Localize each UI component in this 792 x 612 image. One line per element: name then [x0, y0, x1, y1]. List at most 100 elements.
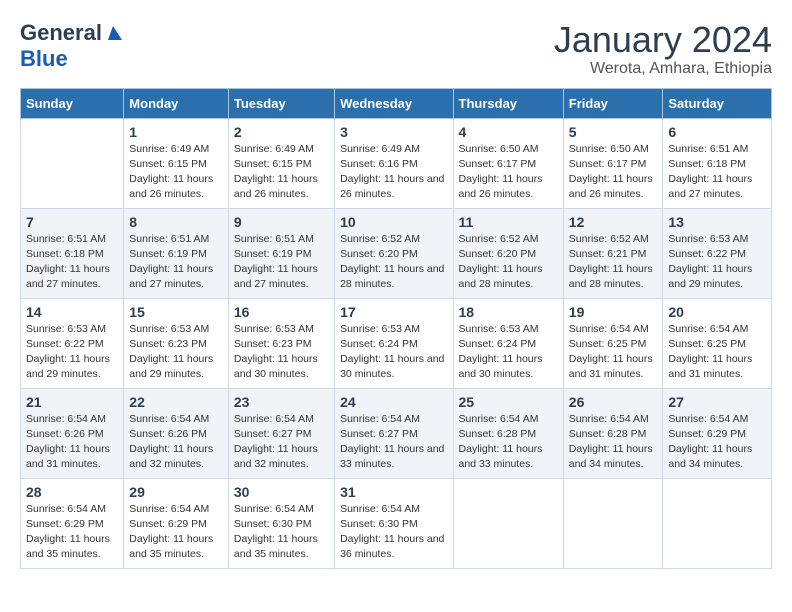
- day-info: Sunrise: 6:51 AMSunset: 6:19 PMDaylight:…: [129, 232, 223, 293]
- day-number: 23: [234, 394, 329, 410]
- day-info: Sunrise: 6:54 AMSunset: 6:26 PMDaylight:…: [129, 412, 223, 473]
- day-info: Sunrise: 6:54 AMSunset: 6:27 PMDaylight:…: [340, 412, 447, 473]
- calendar-cell: [563, 478, 663, 568]
- day-number: 1: [129, 124, 223, 140]
- day-number: 30: [234, 484, 329, 500]
- day-info: Sunrise: 6:50 AMSunset: 6:17 PMDaylight:…: [569, 142, 658, 203]
- day-number: 12: [569, 214, 658, 230]
- logo-blue: Blue: [20, 46, 68, 71]
- day-number: 10: [340, 214, 447, 230]
- calendar-cell: 4Sunrise: 6:50 AMSunset: 6:17 PMDaylight…: [453, 118, 563, 208]
- day-info: Sunrise: 6:54 AMSunset: 6:30 PMDaylight:…: [234, 502, 329, 563]
- day-number: 31: [340, 484, 447, 500]
- calendar-cell: 11 Sunrise: 6:52 AMSunset: 6:20 PMDayligh…: [453, 208, 563, 298]
- day-number: 26: [569, 394, 658, 410]
- day-info: Sunrise: 6:49 AMSunset: 6:15 PMDaylight:…: [129, 142, 223, 203]
- calendar-cell: 18 Sunrise: 6:53 AMSunset: 6:24 PMDayligh…: [453, 298, 563, 388]
- day-info: Sunrise: 6:54 AMSunset: 6:30 PMDaylight:…: [340, 502, 447, 563]
- day-info: Sunrise: 6:52 AMSunset: 6:21 PMDaylight:…: [569, 232, 658, 293]
- calendar-cell: 8 Sunrise: 6:51 AMSunset: 6:19 PMDaylight…: [124, 208, 229, 298]
- day-info: Sunrise: 6:54 AMSunset: 6:29 PMDaylight:…: [668, 412, 766, 473]
- day-number: 9: [234, 214, 329, 230]
- calendar-cell: 29Sunrise: 6:54 AMSunset: 6:29 PMDayligh…: [124, 478, 229, 568]
- day-number: 7: [26, 214, 118, 230]
- day-number: 2: [234, 124, 329, 140]
- calendar-cell: 13Sunrise: 6:53 AMSunset: 6:22 PMDayligh…: [663, 208, 772, 298]
- calendar-cell: 25Sunrise: 6:54 AMSunset: 6:28 PMDayligh…: [453, 388, 563, 478]
- calendar-cell: 14 Sunrise: 6:53 AMSunset: 6:22 PMDayligh…: [21, 298, 124, 388]
- day-number: 29: [129, 484, 223, 500]
- day-number: 8: [129, 214, 223, 230]
- day-info: Sunrise: 6:54 AMSunset: 6:25 PMDaylight:…: [569, 322, 658, 383]
- day-info: Sunrise: 6:51 AMSunset: 6:18 PMDaylight:…: [26, 232, 118, 293]
- calendar-cell: 31 Sunrise: 6:54 AMSunset: 6:30 PMDayligh…: [335, 478, 453, 568]
- calendar-cell: 27 Sunrise: 6:54 AMSunset: 6:29 PMDayligh…: [663, 388, 772, 478]
- calendar-cell: 21 Sunrise: 6:54 AMSunset: 6:26 PMDayligh…: [21, 388, 124, 478]
- day-number: 3: [340, 124, 447, 140]
- calendar-cell: 3 Sunrise: 6:49 AMSunset: 6:16 PMDaylight…: [335, 118, 453, 208]
- header-day: Sunday: [21, 88, 124, 118]
- day-number: 22: [129, 394, 223, 410]
- calendar-cell: 22 Sunrise: 6:54 AMSunset: 6:26 PMDayligh…: [124, 388, 229, 478]
- calendar-cell: [663, 478, 772, 568]
- calendar-cell: 26 Sunrise: 6:54 AMSunset: 6:28 PMDayligh…: [563, 388, 663, 478]
- calendar-cell: 24Sunrise: 6:54 AMSunset: 6:27 PMDayligh…: [335, 388, 453, 478]
- calendar-cell: 15 Sunrise: 6:53 AMSunset: 6:23 PMDayligh…: [124, 298, 229, 388]
- day-number: 4: [459, 124, 558, 140]
- month-title: January 2024: [554, 20, 772, 60]
- day-info: Sunrise: 6:51 AMSunset: 6:18 PMDaylight:…: [668, 142, 766, 203]
- day-info: Sunrise: 6:53 AMSunset: 6:24 PMDaylight:…: [459, 322, 558, 383]
- calendar-week-row: 14 Sunrise: 6:53 AMSunset: 6:22 PMDayligh…: [21, 298, 772, 388]
- calendar-cell: 23Sunrise: 6:54 AMSunset: 6:27 PMDayligh…: [228, 388, 334, 478]
- day-info: Sunrise: 6:54 AMSunset: 6:28 PMDaylight:…: [569, 412, 658, 473]
- day-number: 15: [129, 304, 223, 320]
- day-info: Sunrise: 6:54 AMSunset: 6:26 PMDaylight:…: [26, 412, 118, 473]
- day-number: 28: [26, 484, 118, 500]
- header-day: Thursday: [453, 88, 563, 118]
- header-day: Friday: [563, 88, 663, 118]
- calendar-cell: 16 Sunrise: 6:53 AMSunset: 6:23 PMDayligh…: [228, 298, 334, 388]
- day-info: Sunrise: 6:54 AMSunset: 6:29 PMDaylight:…: [26, 502, 118, 563]
- day-number: 11: [459, 214, 558, 230]
- day-info: Sunrise: 6:52 AMSunset: 6:20 PMDaylight:…: [459, 232, 558, 293]
- day-info: Sunrise: 6:53 AMSunset: 6:22 PMDaylight:…: [668, 232, 766, 293]
- day-info: Sunrise: 6:49 AMSunset: 6:16 PMDaylight:…: [340, 142, 447, 203]
- calendar-week-row: 28 Sunrise: 6:54 AMSunset: 6:29 PMDayligh…: [21, 478, 772, 568]
- calendar-cell: 19Sunrise: 6:54 AMSunset: 6:25 PMDayligh…: [563, 298, 663, 388]
- logo-general: General: [20, 20, 102, 46]
- calendar-cell: 2 Sunrise: 6:49 AMSunset: 6:15 PMDaylight…: [228, 118, 334, 208]
- day-number: 27: [668, 394, 766, 410]
- calendar-cell: 9Sunrise: 6:51 AMSunset: 6:19 PMDaylight…: [228, 208, 334, 298]
- day-number: 25: [459, 394, 558, 410]
- day-info: Sunrise: 6:53 AMSunset: 6:23 PMDaylight:…: [234, 322, 329, 383]
- calendar-cell: [21, 118, 124, 208]
- calendar-week-row: 7 Sunrise: 6:51 AMSunset: 6:18 PMDaylight…: [21, 208, 772, 298]
- day-number: 6: [668, 124, 766, 140]
- calendar-cell: 10 Sunrise: 6:52 AMSunset: 6:20 PMDayligh…: [335, 208, 453, 298]
- day-info: Sunrise: 6:53 AMSunset: 6:22 PMDaylight:…: [26, 322, 118, 383]
- day-number: 21: [26, 394, 118, 410]
- calendar-cell: 6 Sunrise: 6:51 AMSunset: 6:18 PMDaylight…: [663, 118, 772, 208]
- logo: General Blue: [20, 20, 122, 72]
- day-info: Sunrise: 6:49 AMSunset: 6:15 PMDaylight:…: [234, 142, 329, 203]
- location-title: Werota, Amhara, Ethiopia: [554, 60, 772, 78]
- calendar-cell: 12 Sunrise: 6:52 AMSunset: 6:21 PMDayligh…: [563, 208, 663, 298]
- day-number: 17: [340, 304, 447, 320]
- day-info: Sunrise: 6:52 AMSunset: 6:20 PMDaylight:…: [340, 232, 447, 293]
- header-day: Wednesday: [335, 88, 453, 118]
- day-number: 14: [26, 304, 118, 320]
- calendar-cell: 7 Sunrise: 6:51 AMSunset: 6:18 PMDaylight…: [21, 208, 124, 298]
- day-number: 18: [459, 304, 558, 320]
- day-info: Sunrise: 6:54 AMSunset: 6:25 PMDaylight:…: [668, 322, 766, 383]
- logo-icon: [104, 24, 122, 42]
- calendar-cell: 17 Sunrise: 6:53 AMSunset: 6:24 PMDayligh…: [335, 298, 453, 388]
- day-number: 5: [569, 124, 658, 140]
- calendar-cell: 30 Sunrise: 6:54 AMSunset: 6:30 PMDayligh…: [228, 478, 334, 568]
- calendar-cell: 20 Sunrise: 6:54 AMSunset: 6:25 PMDayligh…: [663, 298, 772, 388]
- day-number: 20: [668, 304, 766, 320]
- calendar-cell: [453, 478, 563, 568]
- day-info: Sunrise: 6:53 AMSunset: 6:23 PMDaylight:…: [129, 322, 223, 383]
- header-day: Monday: [124, 88, 229, 118]
- day-info: Sunrise: 6:53 AMSunset: 6:24 PMDaylight:…: [340, 322, 447, 383]
- day-number: 16: [234, 304, 329, 320]
